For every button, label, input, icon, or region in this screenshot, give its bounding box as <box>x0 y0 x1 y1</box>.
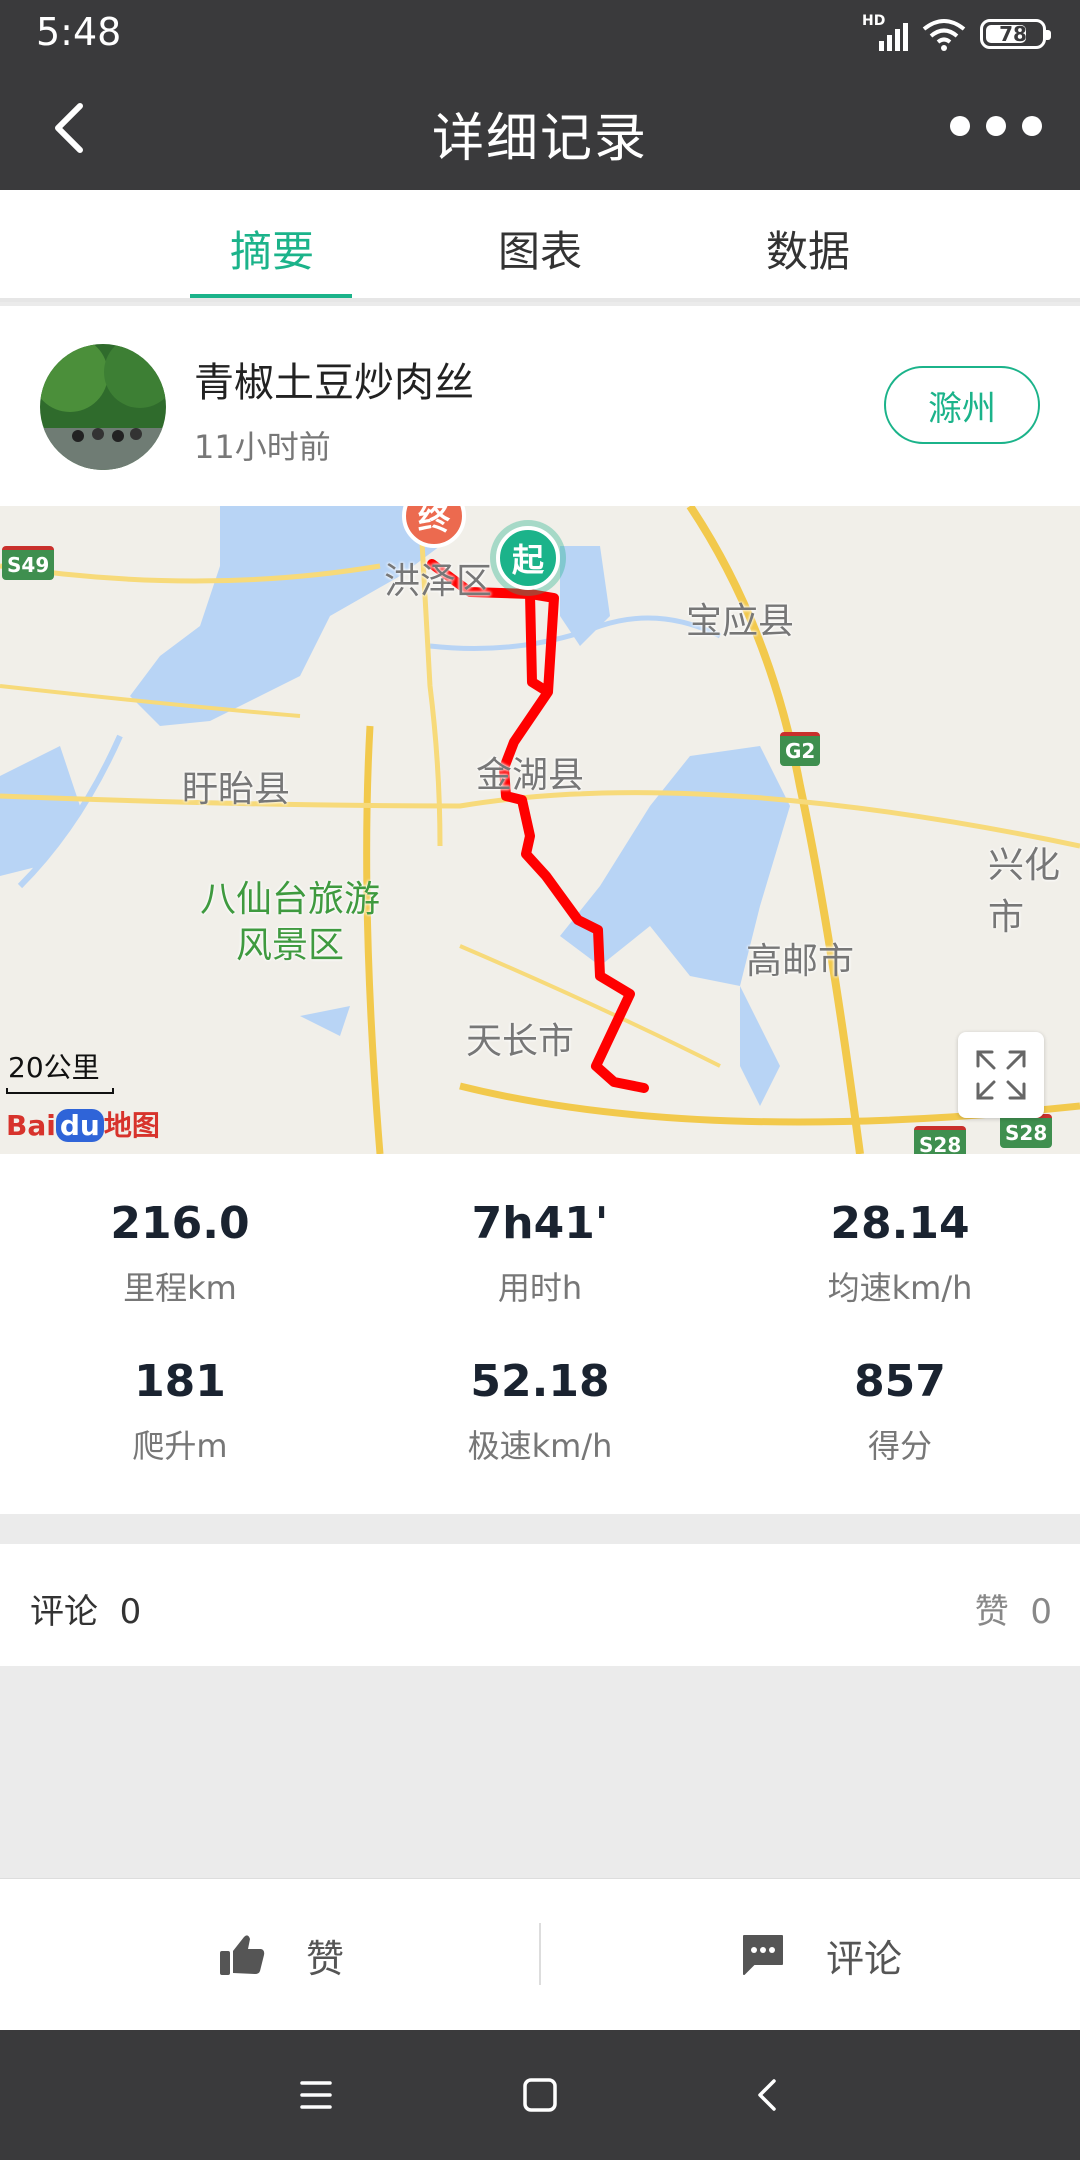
stat-duration: 7h41' 用时h <box>471 1198 609 1307</box>
profile-row: 青椒土豆炒肉丝 11小时前 滁州 <box>0 306 1080 506</box>
map-label: 兴化市 <box>988 845 1061 938</box>
signal-icon: HD <box>862 13 908 51</box>
baidu-logo: Bai du 地图 <box>6 1109 160 1142</box>
start-marker: 起 <box>496 526 560 590</box>
map-label: 高邮市 <box>746 941 855 982</box>
menu-icon[interactable] <box>286 2065 346 2125</box>
time-ago: 11小时前 <box>194 428 331 466</box>
page-title: 详细记录 <box>431 109 648 169</box>
back-nav-icon[interactable] <box>738 2065 798 2125</box>
expand-icon <box>976 1050 1026 1100</box>
like-count[interactable]: 赞 0 <box>975 1584 1052 1633</box>
stat-score: 857 得分 <box>854 1356 946 1465</box>
fullscreen-button[interactable] <box>958 1032 1044 1118</box>
app-bar: 详细记录 <box>0 66 1080 190</box>
user-name: 青椒土豆炒肉丝 <box>194 360 474 406</box>
route-map[interactable]: 洪泽区 宝应县 盱眙县 金湖县 八仙台旅游 风景区 兴化市 高邮市 天长市 S4… <box>0 506 1080 1154</box>
status-time: 5:48 <box>36 10 122 54</box>
tab-indicator <box>190 294 352 298</box>
more-icon[interactable] <box>950 116 1042 136</box>
tab-charts[interactable]: 图表 <box>440 218 640 279</box>
comment-button[interactable]: 评论 <box>740 1879 902 2031</box>
comment-count[interactable]: 评论 0 <box>30 1584 141 1633</box>
system-nav-bar <box>0 2030 1080 2160</box>
divider <box>539 1923 541 1985</box>
map-label: 八仙台旅游 <box>200 879 381 920</box>
comments-summary: 评论 0 赞 0 <box>0 1544 1080 1666</box>
wifi-icon <box>922 19 966 51</box>
map-label: 洪泽区 <box>384 561 493 602</box>
thumbs-up-icon <box>220 1935 265 1975</box>
map-label: 天长市 <box>466 1021 575 1062</box>
avatar[interactable] <box>40 344 166 470</box>
battery-icon: 78 <box>980 19 1051 49</box>
city-button[interactable]: 滁州 <box>884 366 1040 444</box>
tab-data[interactable]: 数据 <box>708 218 908 279</box>
road-badge: G2 <box>780 732 821 766</box>
stats-panel: 216.0 里程km 7h41' 用时h 28.14 均速km/h 181 爬升m 52… <box>0 1154 1080 1514</box>
road-badge: S28 <box>1000 1114 1053 1148</box>
stat-avg-speed: 28.14 均速km/h <box>827 1198 973 1307</box>
road-badge: S49 <box>2 546 55 580</box>
like-button[interactable]: 赞 <box>218 1879 344 2031</box>
map-label: 盱眙县 <box>182 769 291 810</box>
like-label: 赞 <box>306 1936 345 1981</box>
status-icons: HD 78 <box>862 13 1051 54</box>
scale-bar <box>6 1088 114 1094</box>
home-icon[interactable] <box>510 2065 570 2125</box>
status-bar: 5:48 HD 78 <box>0 0 1080 66</box>
road-badge: S28 <box>914 1126 967 1154</box>
stat-max-speed: 52.18 极速km/h <box>467 1356 613 1465</box>
tab-bar: 摘要 图表 数据 <box>0 190 1080 302</box>
comment-label: 评论 <box>826 1936 903 1981</box>
comment-icon <box>743 1935 783 1975</box>
action-bar: 赞 评论 <box>0 1878 1080 2030</box>
stat-distance: 216.0 里程km <box>110 1198 250 1307</box>
map-label: 风景区 <box>236 925 345 966</box>
battery-level: 78 <box>999 22 1027 46</box>
map-scale: 20公里 <box>8 1051 100 1084</box>
map-label: 金湖县 <box>476 755 585 796</box>
tab-summary[interactable]: 摘要 <box>172 218 372 279</box>
map-label: 宝应县 <box>686 601 795 642</box>
stat-climb: 181 爬升m <box>132 1356 228 1465</box>
